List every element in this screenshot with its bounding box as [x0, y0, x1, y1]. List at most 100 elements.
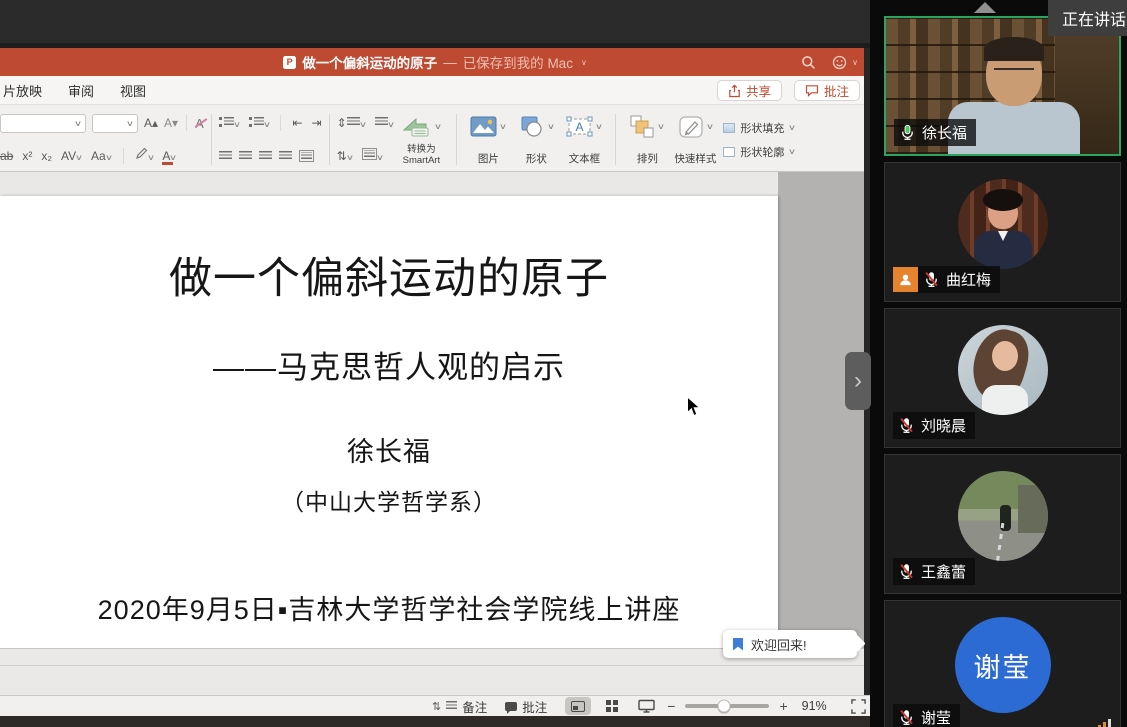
chevron-right-icon: › [854, 367, 862, 395]
numbered-list-button[interactable]: ∨ [249, 114, 270, 132]
insert-picture-button[interactable]: ∨ 图片 [464, 112, 512, 167]
align-left-button[interactable] [219, 151, 232, 161]
participant-name-label: 王鑫蕾 [893, 558, 975, 585]
autofit-icon [362, 148, 377, 160]
zoom-in-button[interactable]: + [779, 698, 787, 714]
share-button[interactable]: 共享 [717, 80, 782, 101]
menu-actions: 共享 批注 [717, 80, 860, 101]
chevron-down-icon: ∨ [595, 122, 603, 131]
person-icon [898, 272, 913, 287]
participant-tile[interactable]: 曲红梅 [884, 162, 1121, 302]
quick-styles-button[interactable]: ∨ 快速样式 [671, 112, 719, 167]
increase-indent-button[interactable]: ⇥ [312, 116, 322, 130]
welcome-back-text: 欢迎回来! [751, 635, 807, 654]
zoom-controls: − + 91% [667, 698, 865, 714]
slide-title[interactable]: 做一个偏斜运动的原子 [0, 244, 778, 306]
fit-to-window-icon[interactable] [851, 699, 866, 714]
smartart-icon [402, 116, 432, 138]
feedback-smiley-button[interactable]: ∨ [832, 55, 858, 70]
shape-outline-button[interactable]: 形状轮廓 ∨ [723, 144, 795, 160]
slide-footer[interactable]: 2020年9月5日▪吉林大学哲学社会学院线上讲座 [0, 588, 778, 627]
arrange-icon [630, 115, 655, 139]
strikethrough-button[interactable]: ab [0, 149, 13, 163]
slide-subtitle[interactable]: ——马克思哲人观的启示 [0, 342, 778, 387]
autofit-button[interactable]: ∨ [362, 147, 383, 165]
columns-button[interactable] [299, 150, 314, 162]
slideshow-icon [638, 699, 655, 713]
char-spacing-button[interactable]: AV∨ [61, 147, 82, 165]
insert-shapes-button[interactable]: ∨ 形状 [512, 112, 560, 167]
participant-tile[interactable]: 王鑫蕾 [884, 454, 1121, 594]
slide-affiliation[interactable]: （中山大学哲学系） [0, 483, 778, 517]
scroll-up-arrow[interactable] [974, 2, 996, 13]
ribbon-tab-bar: 片放映 审阅 视图 共享 批注 [0, 76, 870, 105]
shape-format-group: 形状填充 ∨ 形状轮廓 ∨ [719, 112, 799, 167]
zoom-out-button[interactable]: − [667, 698, 675, 714]
lines-icon [446, 701, 457, 711]
slide-author[interactable]: 徐长福 [0, 430, 778, 469]
slide-sorter-button[interactable] [599, 697, 625, 715]
text-direction-button[interactable]: ∨ [375, 114, 394, 132]
superscript-button[interactable]: x² [22, 149, 32, 163]
participant-name-label: 刘晓晨 [893, 412, 975, 439]
network-signal-icon [1098, 719, 1111, 727]
tab-view[interactable]: 视图 [107, 81, 159, 100]
normal-view-button[interactable] [565, 697, 591, 715]
notes-toggle[interactable]: ⇅ 备注 [432, 697, 487, 716]
grow-font-button[interactable]: A▴ [144, 116, 158, 130]
font-color-button[interactable]: A∨ [162, 147, 176, 165]
mic-muted-icon [899, 709, 914, 726]
slide-canvas[interactable]: 做一个偏斜运动的原子 ——马克思哲人观的启示 徐长福 （中山大学哲学系） 202… [0, 196, 778, 648]
chevron-down-icon: ∨ [262, 120, 270, 129]
smartart-label-1: 转换为 [407, 144, 436, 155]
save-status[interactable]: 已保存到我的 Mac [463, 52, 573, 72]
participant-tile-video[interactable]: 徐长福 [884, 16, 1121, 156]
collapse-panel-tab[interactable]: › [845, 352, 871, 410]
participant-tile[interactable]: 谢莹 谢莹 [884, 600, 1121, 727]
titlebar[interactable]: P 做一个偏斜运动的原子 — 已保存到我的 Mac ∨ ∨ [0, 48, 870, 76]
comments-toggle[interactable]: 批注 [505, 697, 547, 716]
document-title: 做一个偏斜运动的原子 [302, 52, 437, 72]
zoom-slider-thumb[interactable] [718, 700, 731, 713]
subscript-button[interactable]: x₂ [41, 149, 52, 163]
bullet-list-button[interactable]: ∨ [219, 114, 240, 132]
smartart-label-2: SmartArt [403, 155, 440, 166]
line-spacing-button[interactable]: ⇕∨ [337, 114, 366, 132]
titlebar-actions: ∨ [801, 48, 858, 76]
notes-label: 备注 [462, 697, 487, 716]
shape-fill-button[interactable]: 形状填充 ∨ [723, 120, 795, 136]
clear-formatting-button[interactable]: A [195, 116, 204, 131]
decrease-indent-button[interactable]: ⇤ [292, 116, 302, 130]
font-name-select[interactable]: ∨ [0, 114, 86, 133]
participant-tile[interactable]: 刘晓晨 [884, 308, 1121, 448]
arrange-button[interactable]: ∨ 排列 [623, 112, 671, 167]
numbered-list-icon [249, 117, 264, 127]
line-spacing-icon: ⇕ [337, 116, 347, 130]
highlight-pen-button[interactable]: ∨ [135, 147, 154, 165]
tab-slideshow[interactable]: 片放映 [0, 81, 55, 100]
align-center-button[interactable] [239, 151, 252, 161]
font-group: ∨ ∨ A▴ A▾ A ab x² x₂ AV∨ Aa∨ [0, 112, 204, 167]
tab-review[interactable]: 审阅 [55, 81, 107, 100]
font-size-select[interactable]: ∨ [92, 114, 138, 133]
slideshow-button[interactable] [633, 697, 659, 715]
chevron-down-icon: ∨ [105, 153, 113, 162]
group-separator [329, 114, 330, 165]
search-icon[interactable] [801, 55, 816, 70]
shrink-font-button[interactable]: A▾ [164, 116, 178, 130]
textbox-label: 文本框 [569, 151, 601, 166]
shape-fill-icon [723, 123, 735, 133]
insert-textbox-button[interactable]: A ∨ 文本框 [560, 112, 608, 167]
avatar [958, 471, 1048, 561]
smartart-button[interactable]: ∨ 转换为SmartArt [393, 112, 449, 167]
zoom-slider[interactable] [685, 704, 769, 708]
pencil-icon [135, 147, 148, 160]
comments-button[interactable]: 批注 [794, 80, 860, 101]
align-justify-button[interactable] [279, 151, 292, 161]
zoom-level[interactable]: 91% [802, 699, 827, 713]
align-text-button[interactable]: ⇅∨ [337, 147, 353, 165]
change-case-button[interactable]: Aa∨ [91, 147, 112, 165]
powerpoint-doc-icon: P [283, 56, 296, 69]
share-icon [728, 84, 741, 98]
align-right-button[interactable] [259, 151, 272, 161]
